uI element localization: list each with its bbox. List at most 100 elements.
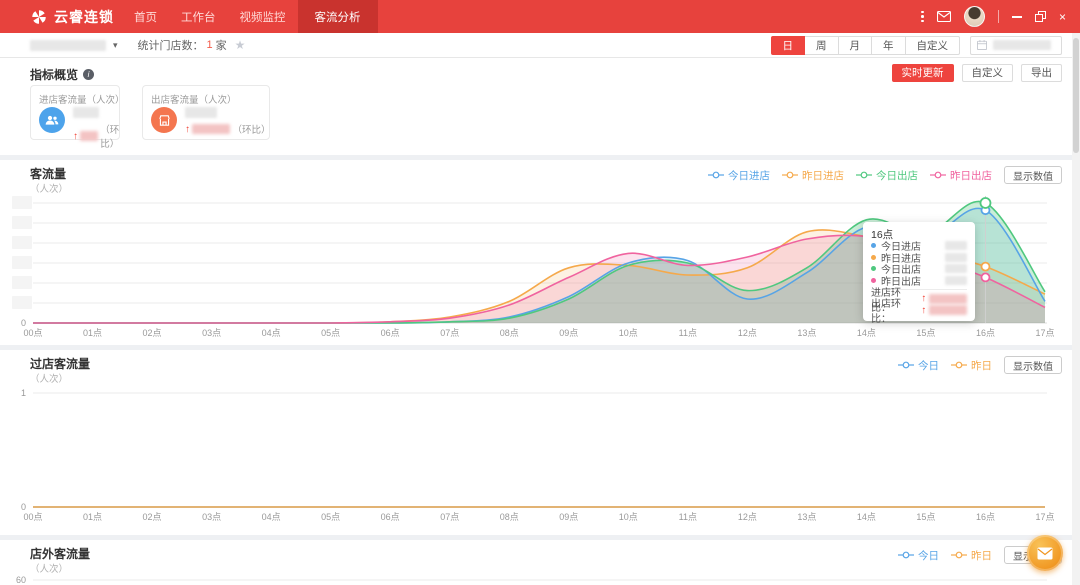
window-minimize-button[interactable] [1012,16,1022,18]
chart-canvas[interactable]: 60 [0,540,1080,585]
nav-item-workbench[interactable]: 工作台 [169,0,228,33]
redacted-ratio-value [929,305,967,315]
redacted-y-tick [12,236,32,249]
period-year-button[interactable]: 年 [871,36,906,55]
store-icon [151,107,177,133]
trend-up-arrow: ↑ [73,131,78,142]
header-right-controls: × [921,0,1080,33]
x-axis-label: 08点 [500,328,519,338]
redacted-ratio-value [929,294,967,304]
x-axis-label: 01点 [83,328,102,338]
export-button[interactable]: 导出 [1021,64,1062,82]
metric-card-exit-flow: 出店客流量（人次） ↑ （环比） [142,85,270,140]
y-axis-label: 60 [16,575,26,585]
trend-up-arrow: ↑ [921,293,926,304]
metrics-actions: 实时更新 自定义 导出 [892,64,1063,82]
favorite-star-icon[interactable]: ★ [235,38,246,52]
envelope-icon [1037,547,1053,560]
nav-item-customer-flow-analysis[interactable]: 客流分析 [298,0,378,33]
series-dot [871,278,876,283]
x-axis-label: 08点 [500,512,519,522]
y-axis-label: 0 [21,502,26,512]
realtime-refresh-button[interactable]: 实时更新 [892,64,954,82]
series-dot [871,266,876,271]
x-axis-label: 14点 [857,512,876,522]
scrollbar-thumb[interactable] [1073,38,1079,153]
more-menu-icon[interactable] [921,11,924,23]
trend-suffix: （环比） [100,122,127,150]
x-axis-label: 12点 [738,328,757,338]
highlight-marker [981,273,989,281]
x-axis-label: 16点 [976,328,995,338]
highlight-marker [980,198,990,208]
period-custom-button[interactable]: 自定义 [905,36,961,55]
pass-by-flow-chart-section: 过店客流量 （人次） 今日 昨日 显示数值 1000点01点02点03点04点0… [0,350,1080,535]
x-axis-label: 01点 [83,512,102,522]
logo-text: 云睿连锁 [54,7,114,27]
period-month-button[interactable]: 月 [838,36,873,55]
x-axis-label: 05点 [321,328,340,338]
divider [998,10,999,23]
y-axis-label: 0 [21,318,26,328]
date-picker-input[interactable] [970,36,1062,55]
nav-item-home[interactable]: 首页 [122,0,169,33]
redacted-y-tick [12,196,32,209]
metrics-overview-section: 指标概览 i 实时更新 自定义 导出 进店客流量（人次） ↑ （环比） [0,58,1080,155]
store-selector-dropdown[interactable]: ▾ [30,40,118,51]
metric-card-title: 进店客流量（人次） [39,92,125,106]
chart-canvas[interactable]: 1000点01点02点03点04点05点06点07点08点09点10点11点12… [0,350,1080,535]
period-day-button[interactable]: 日 [771,36,806,55]
x-axis-label: 05点 [321,512,340,522]
x-axis-label: 16点 [976,512,995,522]
message-icon[interactable] [937,11,951,22]
x-axis-label: 07点 [440,328,459,338]
trend-up-arrow: ↑ [921,305,926,316]
redacted-date-value [993,40,1051,50]
redacted-y-tick [12,296,32,309]
window-restore-button[interactable] [1035,11,1046,22]
x-axis-label: 12点 [738,512,757,522]
x-axis-label: 04点 [262,512,281,522]
nav-item-video-monitor[interactable]: 视频监控 [228,0,298,33]
x-axis-label: 17点 [1035,512,1054,522]
x-axis-label: 10点 [619,512,638,522]
calendar-icon [977,40,987,50]
period-segmented-control: 日 周 月 年 自定义 [771,36,961,55]
window-close-button[interactable]: × [1059,11,1066,23]
x-axis-label: 06点 [381,512,400,522]
x-axis-label: 03点 [202,512,221,522]
x-axis-label: 11点 [679,512,697,522]
customize-button[interactable]: 自定义 [962,64,1014,82]
x-axis-label: 03点 [202,328,221,338]
redacted-value [945,253,967,262]
x-axis-label: 07点 [440,512,459,522]
series-dot [871,243,876,248]
redacted-metric-value [73,107,99,118]
x-axis-label: 15点 [916,512,935,522]
main-nav: 首页 工作台 视频监控 客流分析 [122,0,378,33]
period-week-button[interactable]: 周 [804,36,839,55]
x-axis-label: 09点 [559,512,578,522]
metrics-title: 指标概览 [30,66,78,83]
redacted-y-tick [12,276,32,289]
redacted-value [945,264,967,273]
x-axis-label: 14点 [857,328,876,338]
tooltip-exit-ratio: 出店环比： ↑ [871,305,967,317]
app-logo: 云睿连锁 [0,0,114,33]
user-avatar[interactable] [964,6,985,27]
app-window: 云睿连锁 首页 工作台 视频监控 客流分析 × ▾ 统计门店数： [0,0,1080,585]
info-icon[interactable]: i [83,69,94,80]
outside-store-flow-chart-section: 店外客流量 （人次） 今日 昨日 显示数值 60 [0,540,1080,585]
redacted-trend-value [192,124,230,134]
y-axis-label: 1 [21,388,26,398]
x-axis-label: 09点 [559,328,578,338]
floating-message-button[interactable] [1027,535,1063,571]
x-axis-label: 15点 [916,328,935,338]
x-axis-label: 10点 [619,328,638,338]
redacted-trend-value [80,131,98,141]
redacted-value [945,276,967,285]
x-axis-label: 06点 [381,328,400,338]
pinwheel-logo-icon [30,8,48,26]
x-axis-label: 11点 [679,328,697,338]
redacted-store-name [30,40,106,51]
